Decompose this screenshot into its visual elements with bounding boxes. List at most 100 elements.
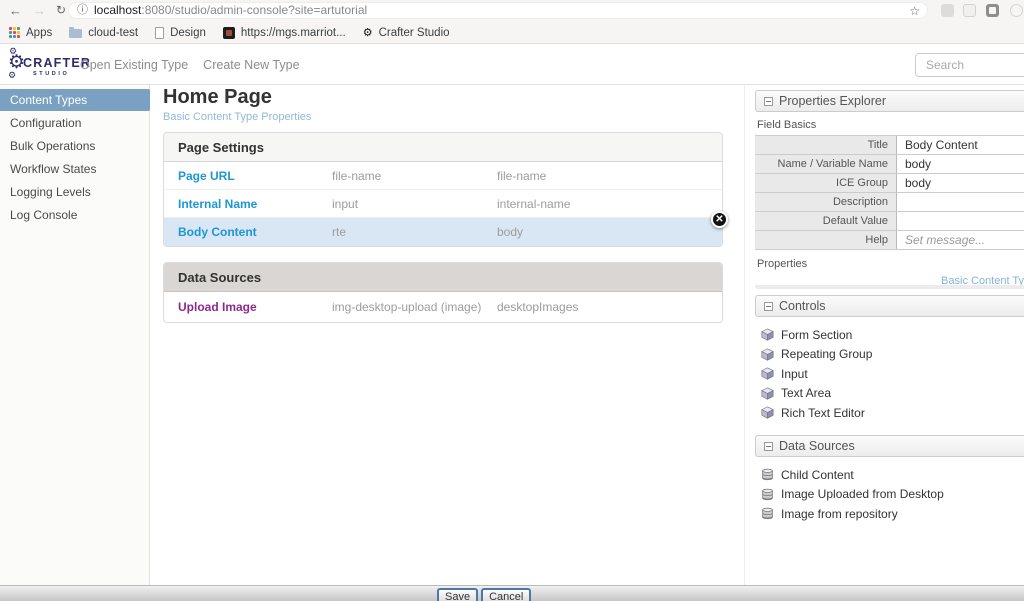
url-bar[interactable]: ⓘ localhost:8080/studio/admin-console?si… — [68, 2, 928, 19]
field-row-internal-name[interactable]: Internal Name input internal-name — [164, 190, 722, 218]
extension-icon-3[interactable] — [986, 4, 999, 17]
property-value-input[interactable] — [897, 193, 1024, 211]
data-sources-panel-header[interactable]: Data Sources — [755, 435, 1024, 457]
sidebar-item-log-console[interactable]: Log Console — [0, 204, 149, 226]
save-button[interactable]: Save — [437, 588, 478, 601]
bookmark-label: Crafter Studio — [379, 27, 450, 39]
property-label: Help — [755, 231, 897, 249]
bookmark-label: Apps — [26, 27, 52, 39]
control-item-text-area[interactable]: Text Area — [761, 384, 1024, 404]
control-label: Form Section — [781, 328, 852, 342]
field-type: file-name — [332, 169, 497, 183]
properties-table: Title Body Content Name / Variable Name … — [755, 135, 1024, 250]
browser-toolbar: ← → ↻ ⓘ localhost:8080/studio/admin-cons… — [0, 0, 1024, 22]
field-label-link[interactable]: Page URL — [164, 169, 332, 183]
control-item-repeating-group[interactable]: Repeating Group — [761, 345, 1024, 365]
back-icon[interactable]: ← — [9, 2, 22, 19]
sidebar-item-bulk-operations[interactable]: Bulk Operations — [0, 135, 149, 157]
cube-icon — [761, 387, 774, 400]
bookmark-label: https://mgs.marriot... — [241, 27, 346, 39]
bookmarks-bar: Apps cloud-test Design https://mgs.marri… — [0, 22, 1024, 44]
collapse-icon[interactable] — [764, 442, 773, 451]
close-icon[interactable]: ✕ — [711, 211, 728, 228]
property-value-input[interactable]: Set message... — [897, 231, 1024, 249]
field-row-body-content[interactable]: Body Content rte body ✕ — [164, 218, 722, 246]
property-value-input[interactable]: body — [897, 174, 1024, 192]
header-nav: Open Existing Type Create New Type — [80, 58, 300, 72]
bookmark-crafter-studio[interactable]: ⚙ Crafter Studio — [363, 27, 450, 39]
control-label: Input — [781, 367, 808, 381]
database-icon — [761, 468, 774, 481]
bookmark-marriott[interactable]: https://mgs.marriot... — [223, 27, 346, 39]
bookmark-cloud-test[interactable]: cloud-test — [69, 27, 138, 39]
cube-icon — [761, 406, 774, 419]
field-label-link[interactable]: Body Content — [164, 225, 332, 239]
extension-icon-1[interactable] — [941, 4, 954, 17]
create-new-type-link[interactable]: Create New Type — [203, 58, 299, 72]
properties-explorer-header[interactable]: Properties Explorer — [755, 90, 1024, 112]
cube-icon — [761, 348, 774, 361]
datasource-item-child-content[interactable]: Child Content — [761, 465, 1024, 485]
field-type: rte — [332, 225, 497, 239]
site-favicon-icon — [223, 27, 235, 39]
bookmark-apps[interactable]: Apps — [9, 27, 52, 39]
field-basics-label: Field Basics — [757, 119, 816, 131]
collapse-icon[interactable] — [764, 97, 773, 106]
field-type: img-desktop-upload (image) — [332, 300, 497, 314]
field-row-upload-image[interactable]: Upload Image img-desktop-upload (image) … — [164, 292, 722, 322]
sidebar-item-configuration[interactable]: Configuration — [0, 112, 149, 134]
control-item-form-section[interactable]: Form Section — [761, 325, 1024, 345]
page-icon — [155, 27, 164, 39]
property-label: Description — [755, 193, 897, 211]
property-value-input[interactable]: Body Content — [897, 136, 1024, 154]
property-value-input[interactable] — [897, 212, 1024, 230]
datasource-item-image-uploaded-from-desktop[interactable]: Image Uploaded from Desktop — [761, 485, 1024, 505]
property-value-input[interactable]: body — [897, 155, 1024, 173]
forward-icon[interactable]: → — [33, 2, 46, 19]
sidebar: Content Types Configuration Bulk Operati… — [0, 85, 150, 585]
content-type-properties-link[interactable]: Basic Content Type Properties — [163, 111, 311, 123]
property-row-default-value: Default Value — [755, 212, 1024, 231]
page-info-icon[interactable]: ⓘ — [77, 3, 88, 18]
sidebar-item-content-types[interactable]: Content Types — [0, 89, 149, 111]
extension-icon-4[interactable] — [1010, 4, 1023, 17]
controls-header[interactable]: Controls — [755, 295, 1024, 317]
apps-grid-icon — [9, 27, 20, 38]
cancel-button[interactable]: Cancel — [481, 588, 531, 601]
panel-title: Properties Explorer — [779, 94, 886, 108]
panel-title: Controls — [779, 299, 826, 313]
search-input[interactable] — [915, 53, 1024, 77]
field-name: internal-name — [497, 197, 570, 211]
bookmark-design[interactable]: Design — [155, 27, 206, 39]
datasource-label: Image Uploaded from Desktop — [781, 487, 944, 501]
main-content: Home Page Basic Content Type Properties … — [150, 85, 745, 585]
control-item-rich-text-editor[interactable]: Rich Text Editor — [761, 403, 1024, 423]
field-name: file-name — [497, 169, 546, 183]
field-label-link[interactable]: Upload Image — [164, 300, 332, 314]
data-sources-list: Child Content Image Uploaded from Deskto… — [761, 465, 1024, 524]
control-label: Text Area — [781, 386, 831, 400]
control-label: Repeating Group — [781, 347, 872, 361]
bookmark-label: cloud-test — [88, 27, 138, 39]
property-label: Default Value — [755, 212, 897, 230]
reload-icon[interactable]: ↻ — [56, 2, 66, 19]
sidebar-item-workflow-states[interactable]: Workflow States — [0, 158, 149, 180]
property-label: Name / Variable Name — [755, 155, 897, 173]
open-existing-type-link[interactable]: Open Existing Type — [80, 58, 188, 72]
collapse-icon[interactable] — [764, 302, 773, 311]
field-row-page-url[interactable]: Page URL file-name file-name — [164, 162, 722, 190]
datasource-item-image-from-repository[interactable]: Image from repository — [761, 504, 1024, 524]
page-title: Home Page — [163, 86, 272, 109]
bookmark-star-icon[interactable]: ☆ — [909, 3, 920, 19]
url-host: localhost — [94, 3, 141, 17]
control-item-input[interactable]: Input — [761, 364, 1024, 384]
field-name: desktopImages — [497, 300, 578, 314]
properties-label: Properties — [757, 258, 807, 270]
cube-icon — [761, 328, 774, 341]
extension-icon-2[interactable] — [963, 4, 976, 17]
field-name: body — [497, 225, 523, 239]
field-label-link[interactable]: Internal Name — [164, 197, 332, 211]
folder-icon — [69, 29, 82, 38]
property-label: ICE Group — [755, 174, 897, 192]
sidebar-item-logging-levels[interactable]: Logging Levels — [0, 181, 149, 203]
